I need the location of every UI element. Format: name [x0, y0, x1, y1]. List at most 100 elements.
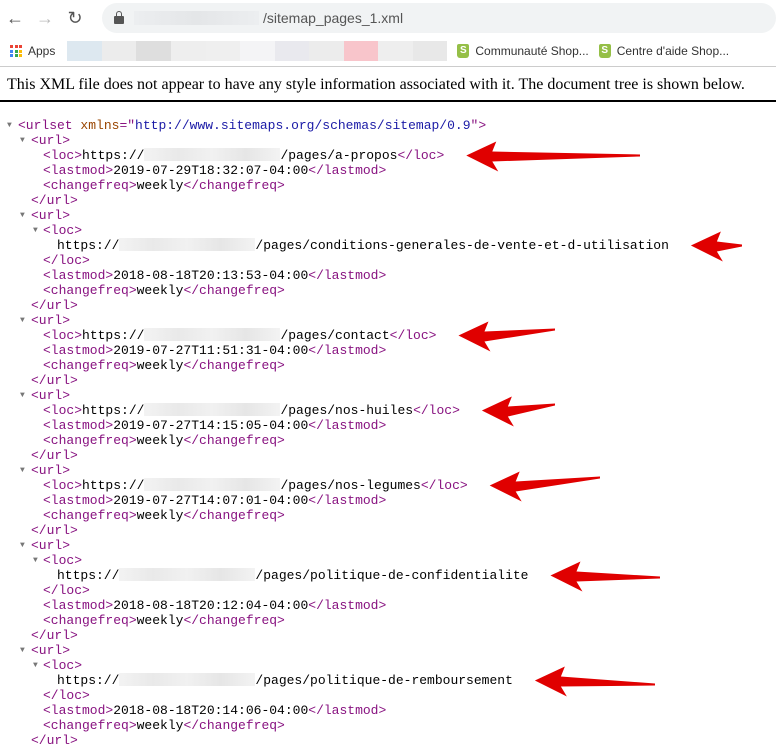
url-open-line: ▼ <url>: [0, 643, 776, 658]
xml-tag: <changefreq>: [43, 433, 137, 448]
xml-tag: </lastmod>: [308, 268, 387, 283]
loc-prefix: https://: [57, 673, 120, 688]
url-close-line: </url>: [0, 733, 776, 748]
browser-toolbar: ← → ↻ /sitemap_pages_1.xml: [0, 0, 776, 36]
xml-tag: <url>: [31, 463, 71, 478]
bookmarks-bar: Apps S Communauté Shop... S Centre d'aid…: [0, 36, 776, 67]
xml-tag: </changefreq>: [183, 283, 285, 298]
loc-line: <loc>https:// /pages/nos-legumes</loc>: [0, 478, 776, 493]
xml-tag: =": [119, 118, 136, 133]
xml-attr-name: xmlns: [80, 118, 120, 133]
xml-tag: <changefreq>: [43, 283, 137, 298]
shopify-icon: S: [598, 44, 611, 58]
lock-icon: [114, 11, 124, 24]
changefreq-line: <changefreq>weekly</changefreq>: [0, 283, 776, 298]
xml-tag: ">: [470, 118, 487, 133]
xml-tag: </loc>: [43, 583, 90, 598]
url-close-line: </url>: [0, 628, 776, 643]
collapse-triangle-icon[interactable]: ▼: [33, 223, 38, 238]
collapse-triangle-icon[interactable]: ▼: [20, 388, 25, 403]
loc-prefix: https://: [82, 148, 145, 163]
xml-tag: <changefreq>: [43, 718, 137, 733]
loc-prefix: https://: [82, 328, 145, 343]
xml-tag: <changefreq>: [43, 613, 137, 628]
loc-path: /pages/contact: [280, 328, 390, 343]
collapse-triangle-icon[interactable]: ▼: [20, 463, 25, 478]
loc-prefix: https://: [82, 478, 145, 493]
xml-document-tree: ▼ <urlset xmlns="http://www.sitemaps.org/…: [0, 118, 776, 748]
collapse-triangle-icon[interactable]: ▼: [20, 643, 25, 658]
changefreq-value: weekly: [136, 433, 184, 448]
xml-tag: <loc>: [43, 658, 83, 673]
collapse-triangle-icon[interactable]: ▼: [20, 133, 25, 148]
xml-tag: </url>: [31, 193, 78, 208]
apps-bookmark[interactable]: Apps: [10, 44, 55, 58]
url-open-line: ▼ <url>: [0, 313, 776, 328]
xml-tag: </loc>: [43, 688, 90, 703]
changefreq-value: weekly: [136, 508, 184, 523]
collapse-triangle-icon[interactable]: ▼: [20, 313, 25, 328]
xml-tag: <url>: [31, 313, 71, 328]
xml-tag: <loc>: [43, 403, 83, 418]
xml-tag: <lastmod>: [43, 343, 114, 358]
lastmod-line: <lastmod>2019-07-27T14:07:01-04:00</last…: [0, 493, 776, 508]
collapse-triangle-icon[interactable]: ▼: [33, 553, 38, 568]
xml-tag: </changefreq>: [183, 433, 285, 448]
xml-tag: </url>: [31, 733, 78, 748]
lastmod-value: 2019-07-27T14:15:05-04:00: [113, 418, 309, 433]
xml-tag: </lastmod>: [308, 163, 387, 178]
xml-tag: <url>: [31, 643, 71, 658]
xml-tag: </url>: [31, 298, 78, 313]
xml-tag: </url>: [31, 448, 78, 463]
xml-tag: <lastmod>: [43, 163, 114, 178]
lastmod-value: 2018-08-18T20:13:53-04:00: [113, 268, 309, 283]
lastmod-line: <lastmod>2018-08-18T20:13:53-04:00</last…: [0, 268, 776, 283]
xml-tag: <loc>: [43, 148, 83, 163]
url-open-line: ▼ <url>: [0, 538, 776, 553]
loc-path: /pages/politique-de-confidentialite: [255, 568, 529, 583]
loc-open-line: ▼ <loc>: [0, 223, 776, 238]
xml-tag: <loc>: [43, 223, 83, 238]
lastmod-line: <lastmod>2019-07-27T14:15:05-04:00</last…: [0, 418, 776, 433]
collapse-triangle-icon[interactable]: ▼: [20, 538, 25, 553]
xml-tag: </lastmod>: [308, 343, 387, 358]
url-close-line: </url>: [0, 523, 776, 538]
xml-tag: <changefreq>: [43, 178, 137, 193]
lastmod-value: 2019-07-27T11:51:31-04:00: [113, 343, 309, 358]
blurred-domain: [119, 238, 256, 251]
back-button[interactable]: ←: [0, 8, 30, 29]
xml-tag: </loc>: [389, 328, 437, 343]
changefreq-value: weekly: [136, 718, 184, 733]
blurred-domain: [144, 478, 281, 491]
xml-tag: <lastmod>: [43, 418, 114, 433]
bookmark-shopify-help[interactable]: S Centre d'aide Shop...: [598, 44, 730, 58]
loc-close-line: </loc>: [0, 688, 776, 703]
lastmod-value: 2018-08-18T20:14:06-04:00: [113, 703, 309, 718]
url-open-line: ▼ <url>: [0, 133, 776, 148]
forward-button[interactable]: →: [30, 8, 60, 29]
bookmark-shopify-community[interactable]: S Communauté Shop...: [457, 44, 589, 58]
blurred-domain: [144, 403, 281, 416]
xml-attr-value: http://www.sitemaps.org/schemas/sitemap/…: [135, 118, 471, 133]
bookmark-label: Centre d'aide Shop...: [616, 44, 730, 58]
xml-tag: </changefreq>: [183, 178, 285, 193]
reload-button[interactable]: ↻: [60, 8, 90, 29]
xml-tag: </url>: [31, 628, 78, 643]
collapse-triangle-icon[interactable]: ▼: [33, 658, 38, 673]
loc-close-line: </loc>: [0, 583, 776, 598]
loc-prefix: https://: [82, 403, 145, 418]
xml-tag: <url>: [31, 208, 71, 223]
collapse-triangle-icon[interactable]: ▼: [7, 118, 12, 133]
xml-tag: <url>: [31, 133, 71, 148]
collapse-triangle-icon[interactable]: ▼: [20, 208, 25, 223]
xml-tag: </url>: [31, 523, 78, 538]
loc-path: /pages/politique-de-remboursement: [255, 673, 513, 688]
changefreq-value: weekly: [136, 283, 184, 298]
address-bar[interactable]: /sitemap_pages_1.xml: [102, 3, 776, 33]
xml-tag: </lastmod>: [308, 418, 387, 433]
xml-tag: <urlset: [18, 118, 81, 133]
loc-path: /pages/conditions-generales-de-vente-et-…: [255, 238, 669, 253]
url-open-line: ▼ <url>: [0, 388, 776, 403]
loc-line: <loc>https:// /pages/nos-huiles</loc>: [0, 403, 776, 418]
blurred-domain: [134, 11, 259, 25]
